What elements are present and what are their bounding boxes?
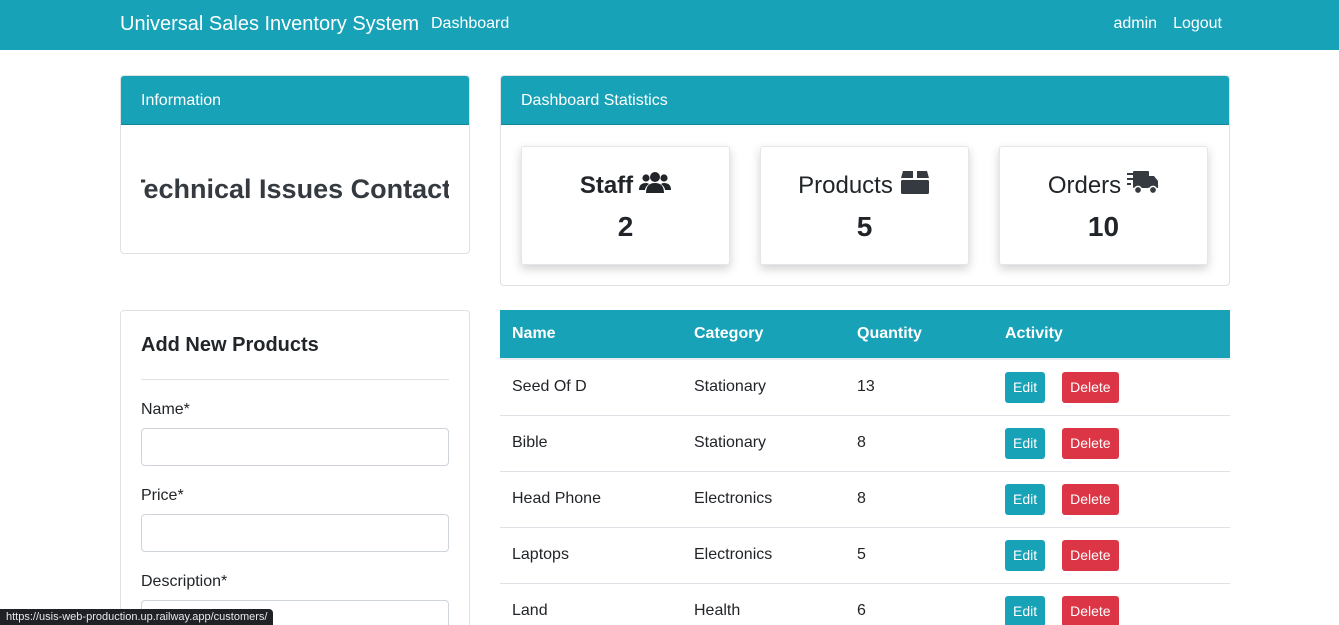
cell-category: Stationary (682, 415, 845, 472)
column-header-activity: Activity (993, 310, 1230, 360)
cell-category: Stationary (682, 359, 845, 416)
nav-user-link[interactable]: admin (1113, 14, 1157, 34)
cell-name: Laptops (500, 527, 682, 584)
name-field[interactable] (141, 428, 449, 466)
cell-activity: Edit Delete (993, 415, 1230, 472)
edit-button[interactable]: Edit (1005, 371, 1046, 403)
stat-staff-label: Staff (579, 172, 634, 199)
add-product-card: Add New Products Name* Price* Descriptio… (120, 310, 470, 625)
stat-products-label: Products (798, 172, 893, 199)
stat-orders: Orders 10 (999, 146, 1208, 265)
delete-button[interactable]: Delete (1062, 483, 1119, 515)
cell-name: Head Phone (500, 471, 682, 528)
information-marquee-text: Technical Issues Contact Customer Suppor… (141, 174, 449, 204)
stat-products-value: 5 (856, 211, 873, 242)
stat-staff-value: 2 (617, 211, 634, 242)
products-table: Name Category Quantity Activity Seed Of … (500, 310, 1230, 625)
edit-button[interactable]: Edit (1005, 595, 1046, 625)
delete-button[interactable]: Delete (1062, 371, 1119, 403)
delete-button[interactable]: Delete (1062, 539, 1119, 571)
cell-quantity: 13 (845, 359, 993, 416)
delete-button[interactable]: Delete (1062, 427, 1119, 459)
information-card: Information Technical Issues Contact Cus… (120, 75, 470, 254)
cell-activity: Edit Delete (993, 583, 1230, 625)
table-row: Head Phone Electronics 8 Edit Delete (500, 471, 1230, 528)
price-field-label: Price* (141, 487, 184, 504)
users-icon (639, 169, 672, 203)
information-card-header: Information (121, 76, 469, 125)
shipping-truck-icon (1127, 169, 1159, 203)
column-header-name: Name (500, 310, 682, 360)
nav-logout-link[interactable]: Logout (1173, 14, 1222, 34)
name-field-label: Name* (141, 401, 190, 418)
table-row: Seed Of D Stationary 13 Edit Delete (500, 359, 1230, 416)
dashboard-statistics-header: Dashboard Statistics (501, 76, 1229, 125)
cell-category: Electronics (682, 471, 845, 528)
status-bar-url: https://usis-web-production.up.railway.a… (0, 609, 274, 625)
add-product-title: Add New Products (141, 334, 319, 356)
cell-name: Bible (500, 415, 682, 472)
table-row: Land Health 6 Edit Delete (500, 583, 1230, 625)
cell-quantity: 5 (845, 527, 993, 584)
brand-link[interactable]: Universal Sales Inventory System (120, 12, 419, 36)
information-marquee: Technical Issues Contact Customer Suppor… (141, 171, 449, 207)
cell-activity: Edit Delete (993, 359, 1230, 416)
cell-activity: Edit Delete (993, 471, 1230, 528)
stat-staff: Staff 2 (521, 146, 730, 265)
table-row: Bible Stationary 8 Edit Delete (500, 415, 1230, 472)
column-header-quantity: Quantity (845, 310, 993, 360)
stat-orders-label: Orders (1047, 172, 1122, 199)
top-navbar: Universal Sales Inventory System Dashboa… (0, 0, 1339, 50)
cell-name: Seed Of D (500, 359, 682, 416)
description-field-label: Description* (141, 573, 228, 590)
delete-button[interactable]: Delete (1062, 595, 1119, 625)
box-icon (899, 169, 931, 203)
cell-quantity: 8 (845, 415, 993, 472)
nav-dashboard-link[interactable]: Dashboard (431, 14, 509, 34)
edit-button[interactable]: Edit (1005, 427, 1046, 459)
edit-button[interactable]: Edit (1005, 483, 1046, 515)
stat-products: Products 5 (760, 146, 969, 265)
dashboard-statistics-card: Dashboard Statistics Staff 2 Products 5 … (500, 75, 1230, 286)
table-row: Laptops Electronics 5 Edit Delete (500, 527, 1230, 584)
cell-name: Land (500, 583, 682, 625)
stat-orders-value: 10 (1087, 211, 1120, 242)
divider (141, 379, 449, 380)
edit-button[interactable]: Edit (1005, 539, 1046, 571)
cell-category: Health (682, 583, 845, 625)
table-header-row: Name Category Quantity Activity (500, 310, 1230, 360)
price-field[interactable] (141, 514, 449, 552)
cell-quantity: 8 (845, 471, 993, 528)
products-table-container: Name Category Quantity Activity Seed Of … (500, 310, 1230, 625)
cell-activity: Edit Delete (993, 527, 1230, 584)
cell-quantity: 6 (845, 583, 993, 625)
column-header-category: Category (682, 310, 845, 360)
cell-category: Electronics (682, 527, 845, 584)
nav-user-area: admin Logout (1113, 14, 1222, 34)
